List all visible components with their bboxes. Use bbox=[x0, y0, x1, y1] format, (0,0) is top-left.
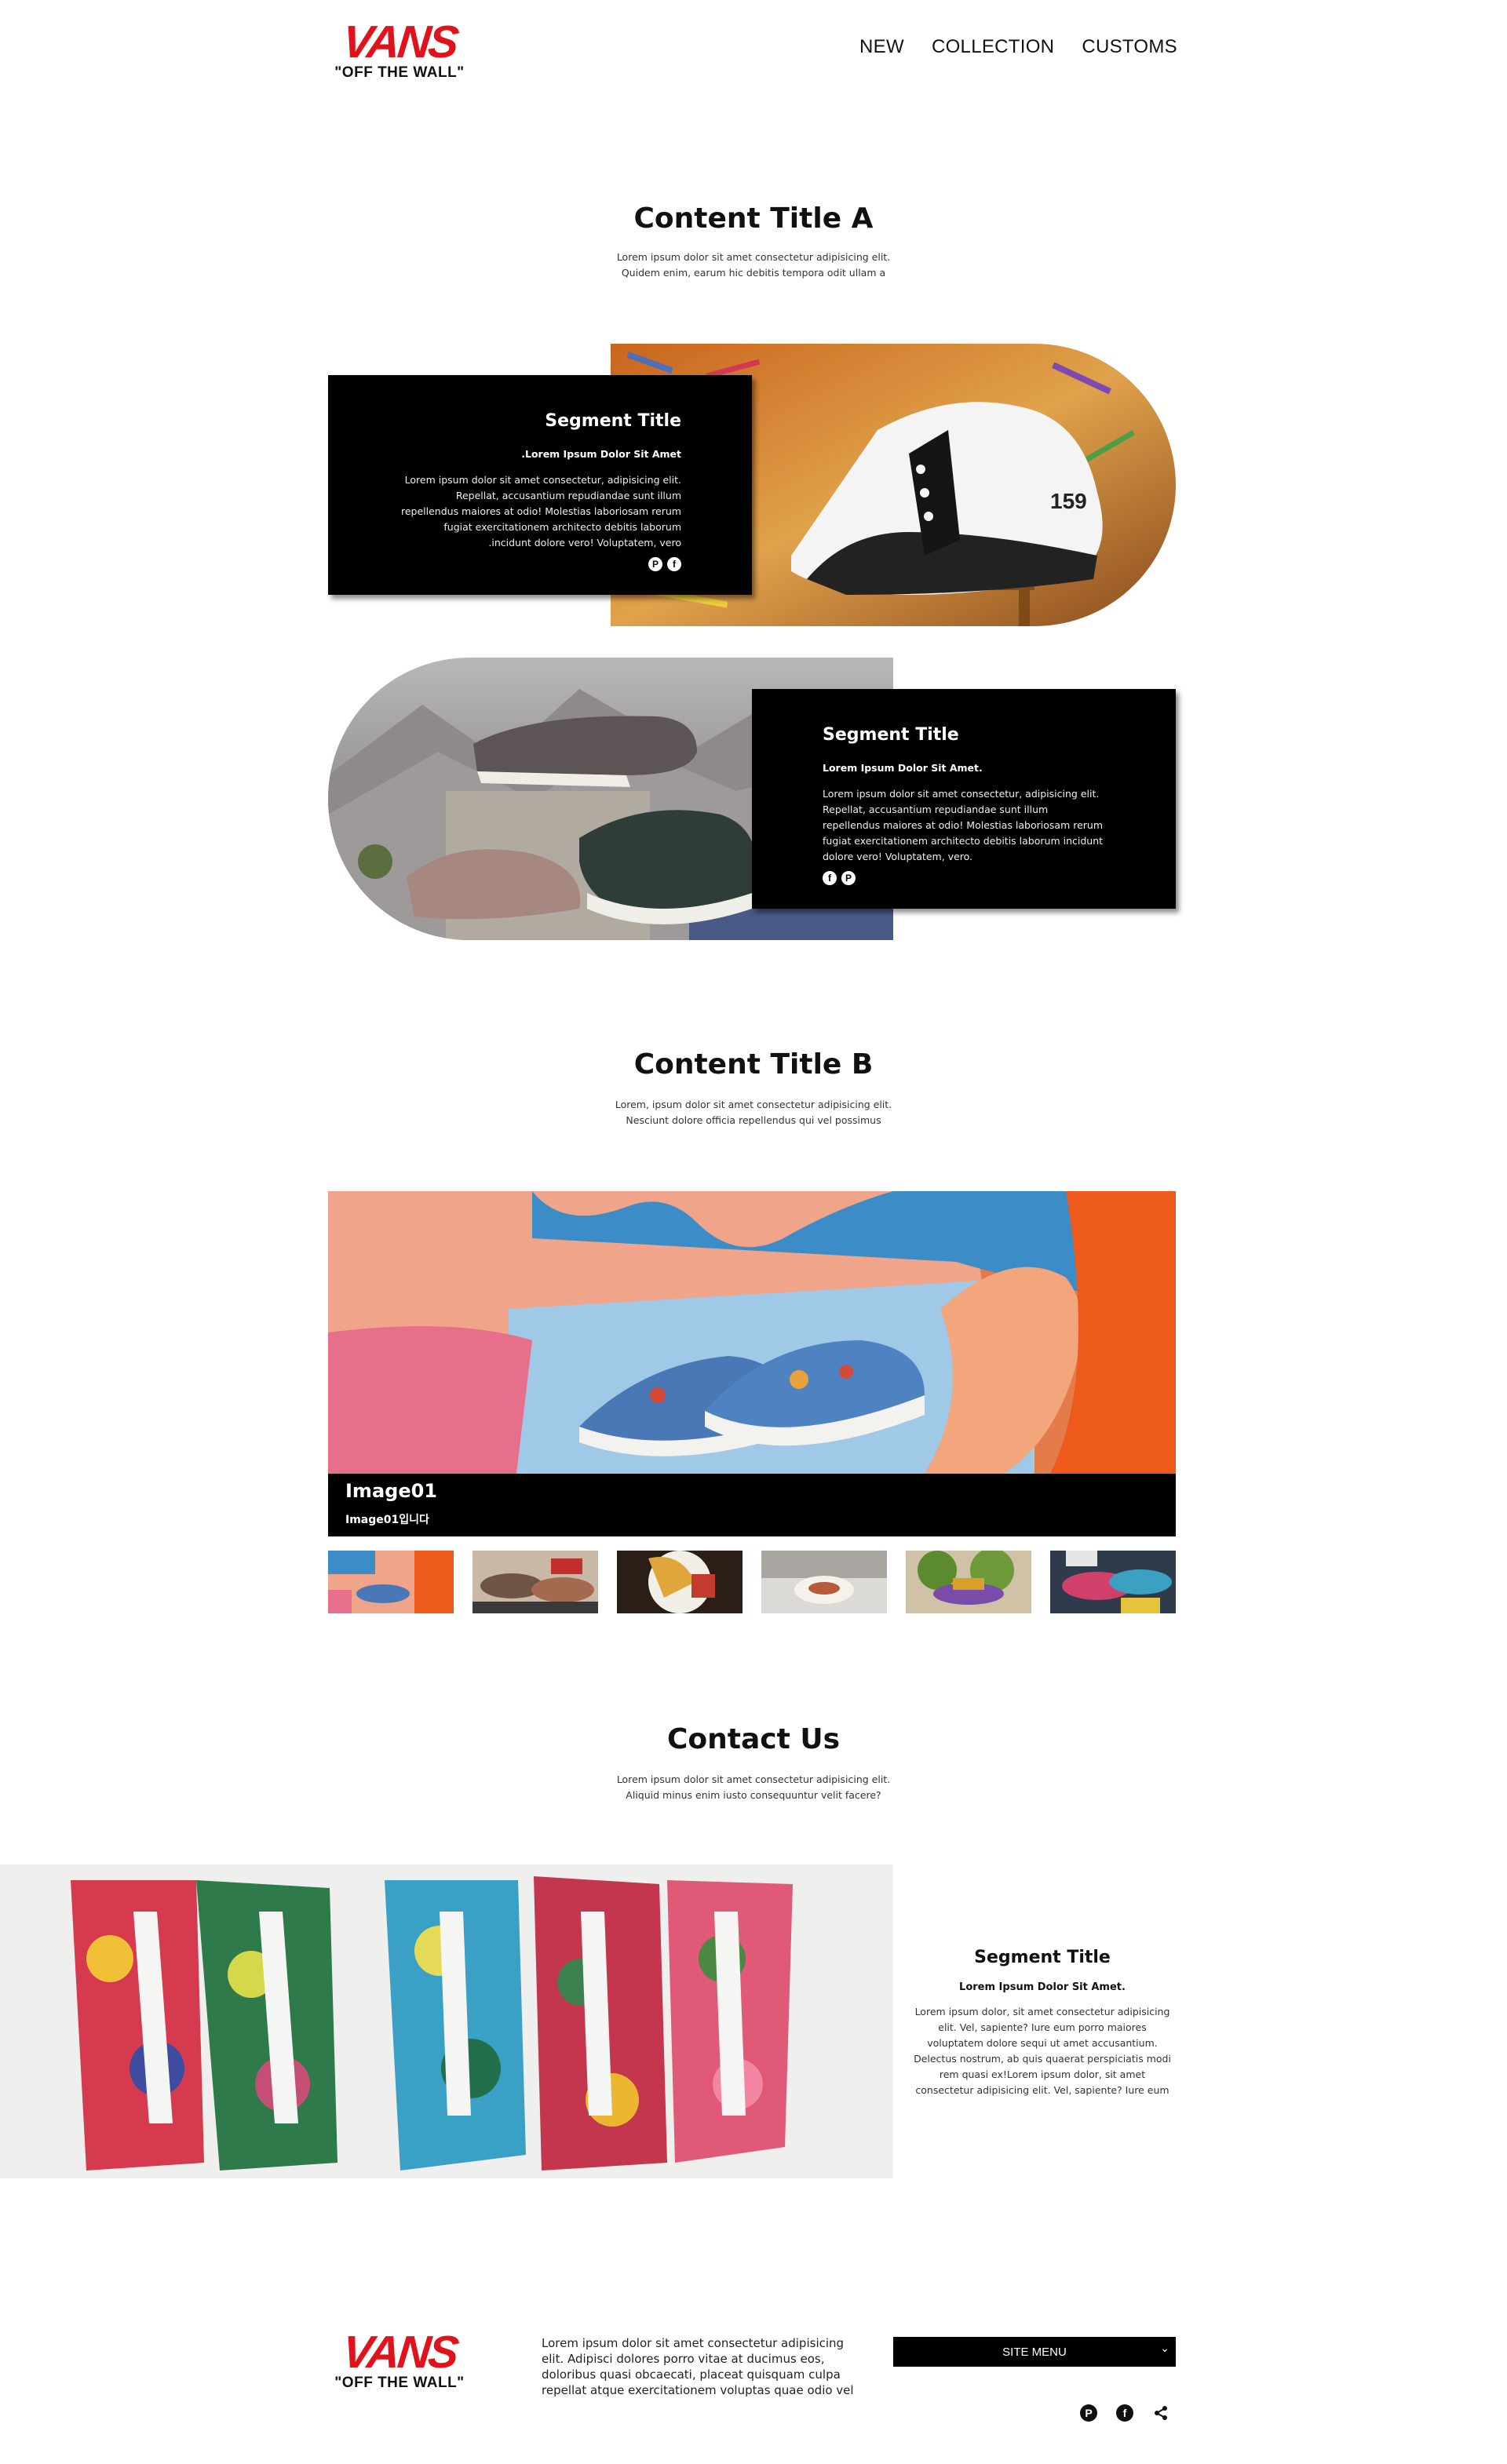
segment-2-title: Segment Title bbox=[823, 725, 959, 745]
segment-card-2: Segment Title Lorem Ipsum Dolor Sit Amet… bbox=[752, 689, 1176, 909]
section-b-title: Content Title B bbox=[633, 1048, 874, 1081]
segment-2-body: Lorem ipsum dolor sit amet consectetur, … bbox=[823, 788, 1104, 862]
gallery-thumb-2[interactable] bbox=[473, 1551, 598, 1613]
facebook-icon[interactable]: f bbox=[823, 871, 837, 885]
share-icon[interactable] bbox=[1152, 2404, 1169, 2422]
gallery-thumb-1[interactable] bbox=[328, 1551, 454, 1613]
gallery-thumb-4[interactable] bbox=[761, 1551, 887, 1613]
contact-desc-1: Lorem ipsum dolor sit amet consectetur a… bbox=[616, 1773, 891, 1785]
footer-logo[interactable]: VANS "OFF THE WALL" bbox=[325, 2327, 474, 2392]
pinterest-icon[interactable]: P bbox=[841, 871, 856, 885]
contact-desc-2: Aliquid minus enim iusto consequuntur ve… bbox=[626, 1789, 881, 1801]
section-a-desc-1: Lorem ipsum dolor sit amet consectetur a… bbox=[616, 251, 891, 263]
section-b-desc-2: Nesciunt dolore officia repellendus qui … bbox=[626, 1114, 881, 1126]
main-nav: NEW COLLECTION CUSTOMS bbox=[859, 36, 1177, 58]
nav-collection[interactable]: COLLECTION bbox=[932, 36, 1054, 58]
svg-text:159: 159 bbox=[1050, 489, 1087, 513]
contact-image bbox=[0, 1864, 893, 2178]
contact-title: Contact Us bbox=[666, 1723, 841, 1755]
footer-text: Lorem ipsum dolor sit amet consectetur a… bbox=[542, 2336, 854, 2397]
gallery-caption: Image01 Image01입니다 bbox=[328, 1474, 1176, 1536]
chevron-down-icon: ⌄ bbox=[1160, 2342, 1169, 2354]
gallery-thumb-3[interactable] bbox=[617, 1551, 743, 1613]
nav-new[interactable]: NEW bbox=[859, 36, 904, 58]
pinterest-icon[interactable]: P bbox=[1080, 2404, 1097, 2422]
pinterest-icon[interactable]: P bbox=[648, 557, 662, 571]
segment-1-subtitle: .Lorem Ipsum Dolor Sit Amet bbox=[521, 448, 681, 460]
section-b-desc-1: Lorem, ipsum dolor sit amet consectetur … bbox=[615, 1099, 892, 1110]
section-a-title: Content Title A bbox=[633, 202, 874, 235]
gallery-thumb-6[interactable] bbox=[1050, 1551, 1176, 1613]
segment-1-title: Segment Title bbox=[545, 411, 681, 431]
facebook-icon[interactable]: f bbox=[1116, 2404, 1133, 2422]
segment-card-1: Segment Title .Lorem Ipsum Dolor Sit Ame… bbox=[328, 375, 752, 595]
footer-logo-brand: VANS bbox=[340, 2327, 459, 2378]
header-logo[interactable]: VANS "OFF THE WALL" bbox=[325, 16, 474, 82]
section-a-desc-2: Quidem enim, earum hic debitis tempora o… bbox=[621, 267, 886, 279]
footer-social: P f bbox=[1080, 2404, 1169, 2422]
gallery-main-image bbox=[328, 1191, 1176, 1474]
logo-brand: VANS bbox=[340, 16, 459, 67]
contact-segment-title: Segment Title bbox=[974, 1948, 1111, 1967]
segment-1-body: Lorem ipsum dolor sit amet consectetur, … bbox=[400, 474, 681, 549]
contact-segment: Segment Title Lorem Ipsum Dolor Sit Amet… bbox=[909, 1948, 1176, 2098]
contact-segment-subtitle: Lorem Ipsum Dolor Sit Amet. bbox=[959, 1981, 1126, 1993]
segment-2-subtitle: Lorem Ipsum Dolor Sit Amet. bbox=[823, 762, 983, 774]
nav-customs[interactable]: CUSTOMS bbox=[1082, 36, 1177, 58]
gallery-caption-title: Image01 bbox=[345, 1480, 437, 1502]
facebook-icon[interactable]: f bbox=[667, 557, 681, 571]
contact-segment-body: Lorem ipsum dolor, sit amet consectetur … bbox=[914, 2006, 1171, 2096]
site-menu-label: SITE MENU bbox=[1002, 2345, 1067, 2359]
site-menu-select[interactable]: SITE MENU ⌄ bbox=[893, 2337, 1176, 2367]
gallery-caption-subtitle: Image01입니다 bbox=[345, 1514, 429, 1526]
gallery-thumb-5[interactable] bbox=[906, 1551, 1031, 1613]
